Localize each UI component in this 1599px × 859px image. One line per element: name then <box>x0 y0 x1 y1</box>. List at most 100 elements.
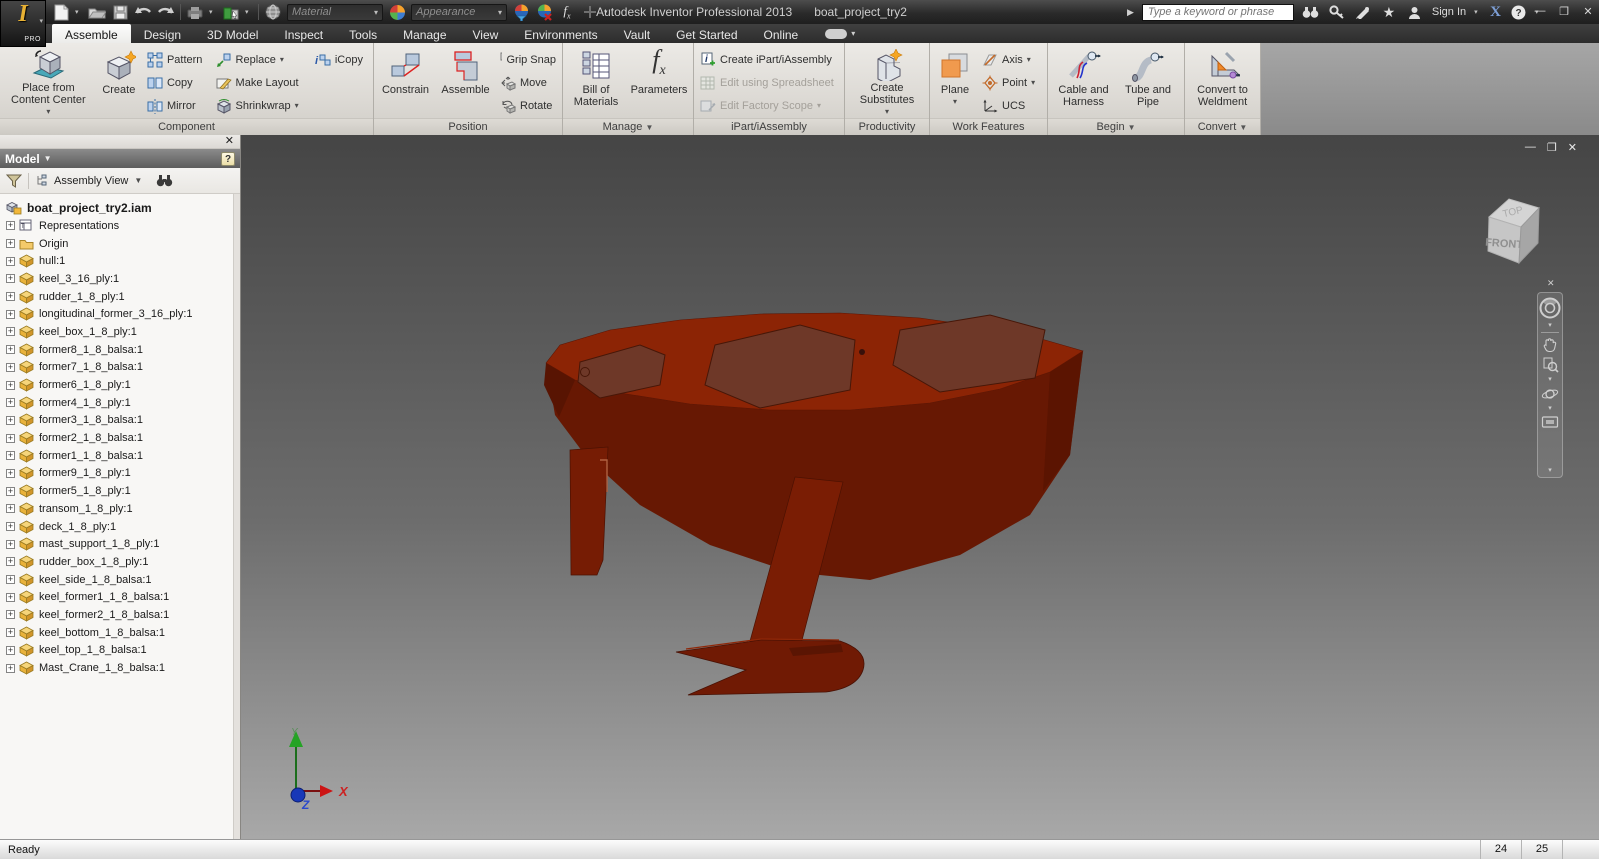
expander-icon[interactable]: + <box>6 522 15 532</box>
find-binoculars-icon[interactable] <box>156 174 173 187</box>
expander-icon[interactable]: + <box>6 398 15 408</box>
tab-manage[interactable]: Manage <box>390 24 459 43</box>
tab-vault[interactable]: Vault <box>611 24 663 43</box>
tree-item-rudder-1-8-ply-1[interactable]: + rudder_1_8_ply:1 <box>5 288 233 306</box>
tree-item-former6-1-8-ply-1[interactable]: + former6_1_8_ply:1 <box>5 376 233 394</box>
doc-close-button[interactable]: ✕ <box>1568 141 1577 154</box>
exchange-apps-icon[interactable]: X <box>1490 4 1501 21</box>
chevron-down-icon[interactable]: ▼ <box>134 176 142 185</box>
close-browser-icon[interactable]: ✕ <box>225 135 234 148</box>
update-button[interactable] <box>222 3 240 21</box>
icopy-button[interactable]: i iCopy <box>310 48 371 71</box>
orbit-icon[interactable] <box>1541 386 1559 402</box>
pan-hand-icon[interactable] <box>1542 336 1559 353</box>
help-icon[interactable]: ? <box>1509 3 1527 21</box>
tube-and-pipe-button[interactable]: Tube and Pipe <box>1117 46 1179 118</box>
minimize-button[interactable]: — <box>1533 5 1547 17</box>
expander-icon[interactable]: + <box>6 592 15 602</box>
expander-icon[interactable]: + <box>6 415 15 425</box>
sign-in-dropdown[interactable]: ▾ <box>1474 8 1482 16</box>
create-ipart-button[interactable]: i Create iPart/iAssembly <box>696 48 842 71</box>
make-layout-button[interactable]: Make Layout <box>212 71 310 94</box>
print-button[interactable] <box>186 3 204 21</box>
expander-icon[interactable]: + <box>6 575 15 585</box>
search-binoculars-icon[interactable] <box>1302 3 1320 21</box>
tree-item-keel-box-1-8-ply-1[interactable]: + keel_box_1_8_ply:1 <box>5 323 233 341</box>
view-mode-selector[interactable]: Assembly View <box>54 175 128 187</box>
point-button[interactable]: Point ▾ <box>978 71 1042 94</box>
tree-item-former3-1-8-balsa-1[interactable]: + former3_1_8_balsa:1 <box>5 412 233 430</box>
expander-icon[interactable]: + <box>6 468 15 478</box>
expander-icon[interactable]: + <box>6 628 15 638</box>
tab-online[interactable]: Online <box>751 24 812 43</box>
grip-snap-button[interactable]: Grip Snap <box>496 48 560 71</box>
appearance-combobox[interactable]: Appearance ▾ <box>411 3 507 21</box>
axis-button[interactable]: Axis ▾ <box>978 48 1042 71</box>
zoom-icon[interactable] <box>1542 356 1559 373</box>
expander-icon[interactable]: + <box>6 610 15 620</box>
expander-icon[interactable]: + <box>6 327 15 337</box>
pattern-button[interactable]: Pattern <box>143 48 212 71</box>
tree-item-former4-1-8-ply-1[interactable]: + former4_1_8_ply:1 <box>5 394 233 412</box>
expander-icon[interactable]: + <box>6 663 15 673</box>
expander-icon[interactable]: + <box>6 274 15 284</box>
place-from-content-center-button[interactable]: Place from Content Center ▾ <box>2 46 95 118</box>
tree-item-keel-bottom-1-8-balsa-1[interactable]: + keel_bottom_1_8_balsa:1 <box>5 624 233 642</box>
chevron-down-icon[interactable]: ▾ <box>1548 322 1552 329</box>
convert-to-weldment-button[interactable]: Convert to Weldment <box>1187 46 1258 118</box>
expander-icon[interactable]: + <box>6 539 15 549</box>
expander-icon[interactable]: + <box>6 345 15 355</box>
expander-icon[interactable]: + <box>6 292 15 302</box>
expand-arrow-icon[interactable]: ▶ <box>1127 7 1134 18</box>
fx-parameters-icon[interactable]: fx <box>558 3 576 21</box>
tree-item-deck-1-8-ply-1[interactable]: + deck_1_8_ply:1 <box>5 518 233 536</box>
tree-item-keel-3-16-ply-1[interactable]: + keel_3_16_ply:1 <box>5 270 233 288</box>
tree-item-former2-1-8-balsa-1[interactable]: + former2_1_8_balsa:1 <box>5 429 233 447</box>
chevron-down-icon[interactable]: ▼ <box>44 154 52 163</box>
save-button[interactable] <box>111 3 129 21</box>
navbar-close-icon[interactable]: ✕ <box>1547 278 1555 289</box>
tab-environments[interactable]: Environments <box>511 24 610 43</box>
tree-item-longitudinal-former-3-16-ply-1[interactable]: + longitudinal_former_3_16_ply:1 <box>5 305 233 323</box>
browser-help-button[interactable]: ? <box>221 151 235 166</box>
expander-icon[interactable]: + <box>6 309 15 319</box>
tree-item-former5-1-8-ply-1[interactable]: + former5_1_8_ply:1 <box>5 482 233 500</box>
subscription-key-icon[interactable] <box>1328 3 1346 21</box>
tree-root-assembly[interactable]: boat_project_try2.iam <box>5 198 233 217</box>
move-button[interactable]: Move <box>496 71 560 94</box>
new-file-dropdown[interactable]: ▾ <box>75 8 83 16</box>
expander-icon[interactable]: + <box>6 256 15 266</box>
open-button[interactable] <box>88 3 106 21</box>
tree-item-keel-side-1-8-balsa-1[interactable]: + keel_side_1_8_balsa:1 <box>5 571 233 589</box>
search-input[interactable] <box>1141 3 1294 21</box>
tree-item-mast-support-1-8-ply-1[interactable]: + mast_support_1_8_ply:1 <box>5 535 233 553</box>
create-component-button[interactable]: Create <box>95 46 143 118</box>
tree-item-transom-1-8-ply-1[interactable]: + transom_1_8_ply:1 <box>5 500 233 518</box>
navbar-options-dropdown[interactable]: ▾ <box>1548 467 1552 474</box>
chevron-down-icon[interactable]: ▾ <box>1548 405 1552 412</box>
tab-get-started[interactable]: Get Started <box>663 24 750 43</box>
tree-item-keel-former1-1-8-balsa-1[interactable]: + keel_former1_1_8_balsa:1 <box>5 588 233 606</box>
adjust-appearance-button[interactable] <box>512 3 530 21</box>
tab-view[interactable]: View <box>460 24 512 43</box>
assemble-button[interactable]: Assemble <box>435 46 496 118</box>
expander-icon[interactable]: + <box>6 645 15 655</box>
create-substitutes-button[interactable]: Create Substitutes ▾ <box>847 46 927 118</box>
sign-in-button[interactable]: Sign In <box>1432 6 1466 18</box>
tree-item-origin[interactable]: + Origin <box>5 235 233 253</box>
tree-item-mast-crane-1-8-balsa-1[interactable]: + Mast_Crane_1_8_balsa:1 <box>5 659 233 677</box>
bill-of-materials-button[interactable]: Bill of Materials <box>565 46 627 118</box>
expander-icon[interactable]: + <box>6 451 15 461</box>
expander-icon[interactable]: + <box>6 557 15 567</box>
update-dropdown[interactable]: ▾ <box>245 8 253 16</box>
tree-item-hull-1[interactable]: + hull:1 <box>5 252 233 270</box>
doc-restore-button[interactable]: ❐ <box>1547 141 1557 154</box>
tree-item-keel-former2-1-8-balsa-1[interactable]: + keel_former2_1_8_balsa:1 <box>5 606 233 624</box>
expander-icon[interactable]: + <box>6 221 15 231</box>
restore-button[interactable]: ❐ <box>1557 5 1571 18</box>
measure-globe-icon[interactable] <box>264 3 282 21</box>
tab-inspect[interactable]: Inspect <box>271 24 336 43</box>
close-button[interactable]: ✕ <box>1581 5 1595 18</box>
expander-icon[interactable]: + <box>6 380 15 390</box>
tab-design[interactable]: Design <box>131 24 194 43</box>
